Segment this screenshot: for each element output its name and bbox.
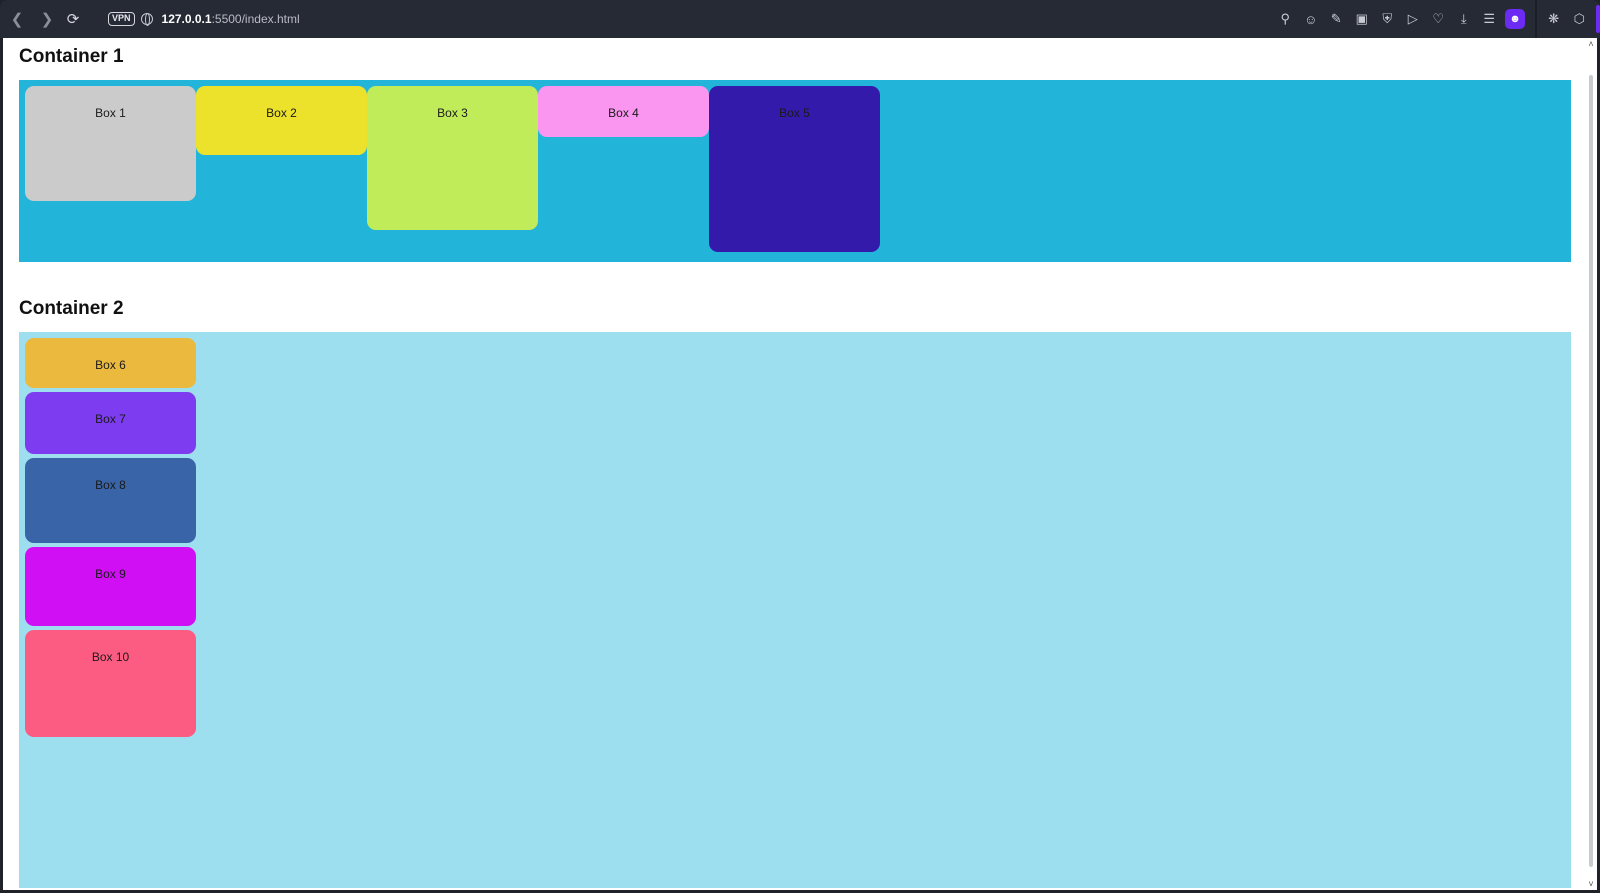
extensions-icon[interactable]: ❋ (1541, 6, 1567, 32)
box-10: Box 10 (25, 630, 196, 737)
box-2: Box 2 (196, 86, 367, 155)
forward-button[interactable]: ❯ (34, 6, 60, 32)
search-icon[interactable]: ⚲ (1273, 6, 1299, 32)
container-2-title: Container 2 (19, 298, 124, 319)
url-path: :5500/index.html (211, 12, 300, 26)
camera-icon[interactable]: ▣ (1349, 6, 1375, 32)
box-9: Box 9 (25, 547, 196, 626)
reload-button[interactable]: ⟳ (60, 6, 86, 32)
scroll-up-icon[interactable]: ˄ (1586, 39, 1596, 49)
vertical-scrollbar[interactable]: ˄ ˅ (1585, 38, 1597, 890)
box-3: Box 3 (367, 86, 538, 230)
scroll-down-icon[interactable]: ˅ (1586, 879, 1596, 889)
back-button[interactable]: ❮ (4, 6, 30, 32)
toolbar-separator (1535, 0, 1537, 38)
profile-icon[interactable]: ☻ (1505, 9, 1525, 29)
box-1: Box 1 (25, 86, 196, 201)
edit-icon[interactable]: ✎ (1324, 6, 1350, 32)
box-5: Box 5 (709, 86, 880, 252)
play-icon[interactable]: ▷ (1400, 6, 1426, 32)
emoji-icon[interactable]: ☺ (1298, 6, 1324, 32)
address-bar[interactable]: 127.0.0.1:5500/index.html (162, 12, 300, 26)
box-8: Box 8 (25, 458, 196, 543)
vpn-badge[interactable]: VPN (108, 12, 135, 26)
box-icon[interactable]: ⬡ (1567, 6, 1593, 32)
browser-toolbar: ❮ ❯ ⟳ VPN 127.0.0.1:5500/index.html ⚲ ☺ … (0, 0, 1600, 38)
scroll-thumb[interactable] (1589, 75, 1593, 867)
page-viewport: Container 1 Box 1 Box 2 Box 3 Box 4 Box … (3, 38, 1597, 890)
container-2: Box 6 Box 7 Box 8 Box 9 Box 10 (19, 332, 1571, 888)
menu-icon[interactable]: ☰ (1477, 6, 1503, 32)
container-1: Box 1 Box 2 Box 3 Box 4 Box 5 (19, 80, 1571, 262)
toolbar-actions: ⚲ ☺ ✎ ▣ ⛨ ▷ ♡ ⤓ ☰ ☻ ❋ ⬡ (1273, 0, 1600, 38)
download-icon[interactable]: ⤓ (1451, 6, 1477, 32)
box-7: Box 7 (25, 392, 196, 454)
shield-icon[interactable]: ⛨ (1375, 6, 1401, 32)
container-1-title: Container 1 (19, 46, 124, 67)
heart-icon[interactable]: ♡ (1426, 6, 1452, 32)
box-6: Box 6 (25, 338, 196, 388)
box-4: Box 4 (538, 86, 709, 137)
url-host: 127.0.0.1 (161, 12, 212, 26)
globe-icon (140, 13, 153, 26)
sidebar-accent (1596, 5, 1600, 33)
